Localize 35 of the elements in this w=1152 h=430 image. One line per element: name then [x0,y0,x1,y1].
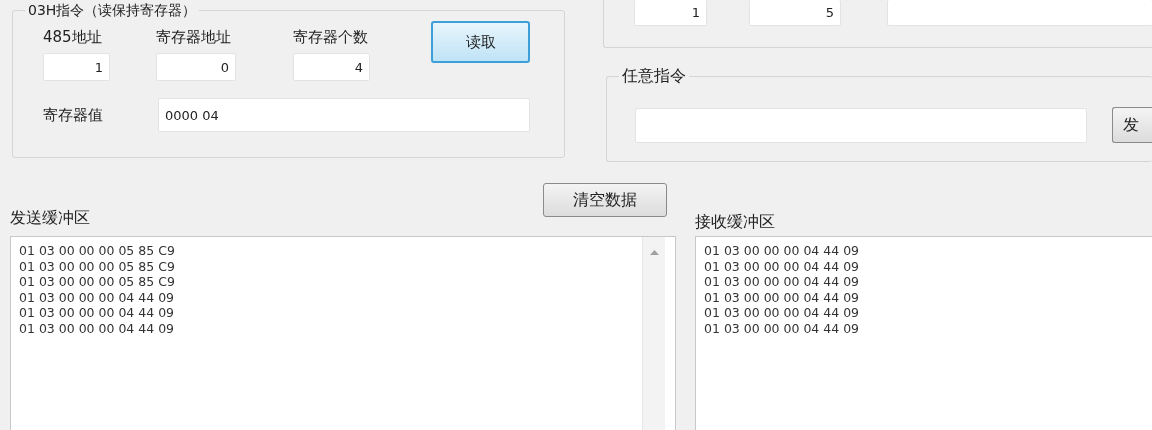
clear-data-button[interactable]: 清空数据 [543,183,667,217]
number-field[interactable]: 1 [634,0,707,26]
data-line: 01 03 00 00 00 05 85 C9 [19,243,175,259]
data-line: 01 03 00 00 00 04 44 09 [704,258,860,274]
group-title: 任意指令 [619,67,689,85]
send-buffer-field[interactable]: 01 03 00 00 00 05 85 C9 01 03 00 00 00 05 85 C9 01 03 00 00 00 05 85 C9 01 03 00 00 00 04 44 09 01 03 00 00 00 04 44 09 01 03 00 00 00 04 44 09 [10,236,676,430]
number-field[interactable]: 4 [293,53,370,81]
text-field[interactable] [887,0,1152,26]
group-title: 03H指令（读保持寄存器） [25,1,200,19]
read-button[interactable]: 读取 [431,21,530,63]
field-label: 寄存器个数 [293,27,369,47]
data-line: 01 03 00 00 00 04 44 09 [704,274,860,290]
field-label: 寄存器地址 [156,27,232,47]
buffer-title: 接收缓冲区 [695,212,775,232]
receive-buffer-field[interactable]: 01 03 00 00 00 04 44 09 01 03 00 00 00 04 44 09 01 03 00 00 00 04 44 09 01 03 00 00 00 04 44 09 01 03 00 00 00 04 44 09 01 03 00 00 00 04 44 09 [695,236,1152,430]
scrollbar[interactable] [642,237,665,430]
data-line: 01 03 00 00 00 04 44 09 [704,320,860,336]
send-button[interactable]: 发 [1112,107,1152,143]
buffer-title: 发送缓冲区 [10,208,90,228]
data-line: 01 03 00 00 00 04 44 09 [19,305,175,321]
data-line: 01 03 00 00 00 04 44 09 [704,289,860,305]
register-value-label: 寄存器值 [43,105,104,125]
data-line: 01 03 00 00 00 04 44 09 [704,305,860,321]
scroll-up-icon[interactable] [649,250,659,255]
command-field[interactable] [635,107,1087,143]
data-line: 01 03 00 00 00 04 44 09 [704,243,860,259]
field-label: 485地址 [43,27,103,47]
data-line: 01 03 00 00 00 05 85 C9 [19,274,175,290]
data-line: 01 03 00 00 00 04 44 09 [19,289,175,305]
number-field[interactable]: 1 [43,53,110,81]
data-line: 01 03 00 00 00 05 85 C9 [19,258,175,274]
number-field[interactable]: 5 [749,0,841,26]
register-value-field[interactable]: 0000 04 [158,98,530,132]
number-field[interactable]: 0 [156,53,236,81]
data-line: 01 03 00 00 00 04 44 09 [19,320,175,336]
